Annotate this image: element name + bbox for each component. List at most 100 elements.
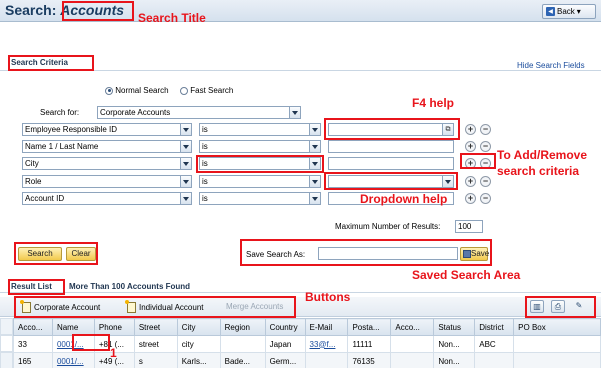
column-header[interactable]: Phone <box>93 318 135 336</box>
column-header[interactable]: PO Box <box>513 318 601 336</box>
criteria-field-value: City <box>25 159 39 168</box>
add-criteria-button[interactable]: + <box>465 176 476 187</box>
column-header[interactable]: Country <box>264 318 306 336</box>
email-link[interactable]: 33@f... <box>304 335 349 353</box>
select-all-icon[interactable] <box>0 318 13 335</box>
table-cell: Non... <box>433 335 476 353</box>
table-cell: 33 <box>13 335 53 353</box>
remove-criteria-button[interactable]: − <box>480 176 491 187</box>
annotation-add-remove-1: To Add/Remove <box>497 148 588 162</box>
table-row[interactable]: 165 0001/... +49 (... s Karls... Bade...… <box>13 352 601 368</box>
annotation-box-search-clear <box>14 242 98 265</box>
row-selector[interactable] <box>0 335 13 352</box>
column-header[interactable]: E-Mail <box>304 318 349 336</box>
annotation-box-icon-buttons <box>525 296 596 318</box>
chevron-down-icon[interactable] <box>180 176 191 187</box>
annotation-box-toolbar <box>14 296 296 318</box>
column-header[interactable]: District <box>474 318 515 336</box>
annotation-marker-1: 1 <box>110 346 117 360</box>
fast-search-radio[interactable] <box>180 86 188 95</box>
criteria-operator-select[interactable]: is <box>199 192 321 205</box>
email-link[interactable] <box>304 352 349 368</box>
table-cell <box>513 335 601 353</box>
normal-search-radio[interactable] <box>105 86 113 95</box>
criteria-value-input[interactable] <box>328 140 454 153</box>
remove-criteria-button[interactable]: − <box>480 141 491 152</box>
chevron-down-icon[interactable] <box>309 124 320 135</box>
search-for-select[interactable]: Corporate Accounts <box>97 106 301 119</box>
back-button[interactable]: ◀ Back ▾ <box>542 4 596 19</box>
add-criteria-button[interactable]: + <box>465 193 476 204</box>
annotation-box-f4 <box>324 118 460 140</box>
criteria-operator-value: is <box>202 125 208 134</box>
hide-search-fields-link[interactable]: Hide Search Fields <box>517 61 585 70</box>
criteria-field-value: Account ID <box>25 194 65 203</box>
max-results-input[interactable]: 100 <box>455 220 483 233</box>
fast-search-label: Fast Search <box>190 86 234 95</box>
column-header[interactable]: Acco... <box>390 318 435 336</box>
annotation-box-saved-search <box>240 239 492 266</box>
annotation-search-title: Search Title <box>138 11 206 25</box>
column-header[interactable]: Street <box>133 318 178 336</box>
table-cell: Germ... <box>264 352 306 368</box>
criteria-value-input[interactable] <box>328 157 454 170</box>
table-cell <box>219 335 266 353</box>
annotation-box-add-remove <box>460 153 496 169</box>
criteria-operator-value: is <box>202 194 208 203</box>
table-cell: Japan <box>264 335 306 353</box>
chevron-down-icon[interactable] <box>180 124 191 135</box>
column-header[interactable]: Posta... <box>347 318 392 336</box>
column-header[interactable]: Name <box>51 318 95 336</box>
account-name-link[interactable]: 0001/... <box>51 352 95 368</box>
criteria-field-value: Name 1 / Last Name <box>25 142 99 151</box>
chevron-down-icon[interactable] <box>180 158 191 169</box>
remove-criteria-button[interactable]: − <box>480 193 491 204</box>
annotation-add-remove-2: search criteria <box>497 164 580 178</box>
chevron-down-icon[interactable] <box>309 176 320 187</box>
chevron-down-icon[interactable] <box>309 141 320 152</box>
max-results-value: 100 <box>458 222 472 231</box>
table-cell: Bade... <box>219 352 266 368</box>
criteria-field-select[interactable]: Employee Responsible ID <box>22 123 192 136</box>
table-cell: 11111 <box>347 335 392 353</box>
annotation-box-title <box>62 1 134 21</box>
row-selector[interactable] <box>0 352 13 368</box>
annotation-box-dropdown <box>324 172 458 190</box>
result-count: More Than 100 Accounts Found <box>69 282 191 291</box>
page-title-prefix: Search: <box>5 2 61 18</box>
table-cell <box>474 352 515 368</box>
criteria-field-select[interactable]: Role <box>22 175 192 188</box>
annotation-dropdown-help: Dropdown help <box>360 192 448 206</box>
annotation-saved-search-area: Saved Search Area <box>412 268 521 282</box>
criteria-field-select[interactable]: Name 1 / Last Name <box>22 140 192 153</box>
search-for-label: Search for: <box>40 108 80 117</box>
chevron-down-icon[interactable] <box>309 193 320 204</box>
column-header[interactable]: Acco... <box>13 318 53 336</box>
column-header[interactable]: City <box>176 318 221 336</box>
criteria-field-value: Role <box>25 177 42 186</box>
chevron-down-icon[interactable] <box>180 141 191 152</box>
criteria-operator-select[interactable]: is <box>199 140 321 153</box>
column-header[interactable]: Region <box>219 318 266 336</box>
back-label: Back <box>557 7 575 16</box>
table-cell: Non... <box>433 352 476 368</box>
annotation-f4-help: F4 help <box>412 96 455 110</box>
chevron-down-icon[interactable] <box>180 193 191 204</box>
table-cell: Karls... <box>176 352 221 368</box>
add-criteria-button[interactable]: + <box>465 141 476 152</box>
remove-criteria-button[interactable]: − <box>480 124 491 135</box>
column-header[interactable]: Status <box>433 318 476 336</box>
criteria-operator-select[interactable]: is <box>199 175 321 188</box>
back-arrow-icon: ◀ <box>546 7 555 16</box>
annotation-box-criteria <box>8 55 94 71</box>
criteria-field-select[interactable]: City <box>22 157 192 170</box>
criteria-operator-value: is <box>202 177 208 186</box>
annotation-box-city-op <box>196 155 324 173</box>
normal-search-option[interactable]: Normal Search <box>105 86 169 95</box>
criteria-operator-select[interactable]: is <box>199 123 321 136</box>
fast-search-option[interactable]: Fast Search <box>180 86 233 95</box>
add-criteria-button[interactable]: + <box>465 124 476 135</box>
table-cell: s <box>133 352 178 368</box>
chevron-down-icon[interactable] <box>289 107 300 118</box>
criteria-field-select[interactable]: Account ID <box>22 192 192 205</box>
